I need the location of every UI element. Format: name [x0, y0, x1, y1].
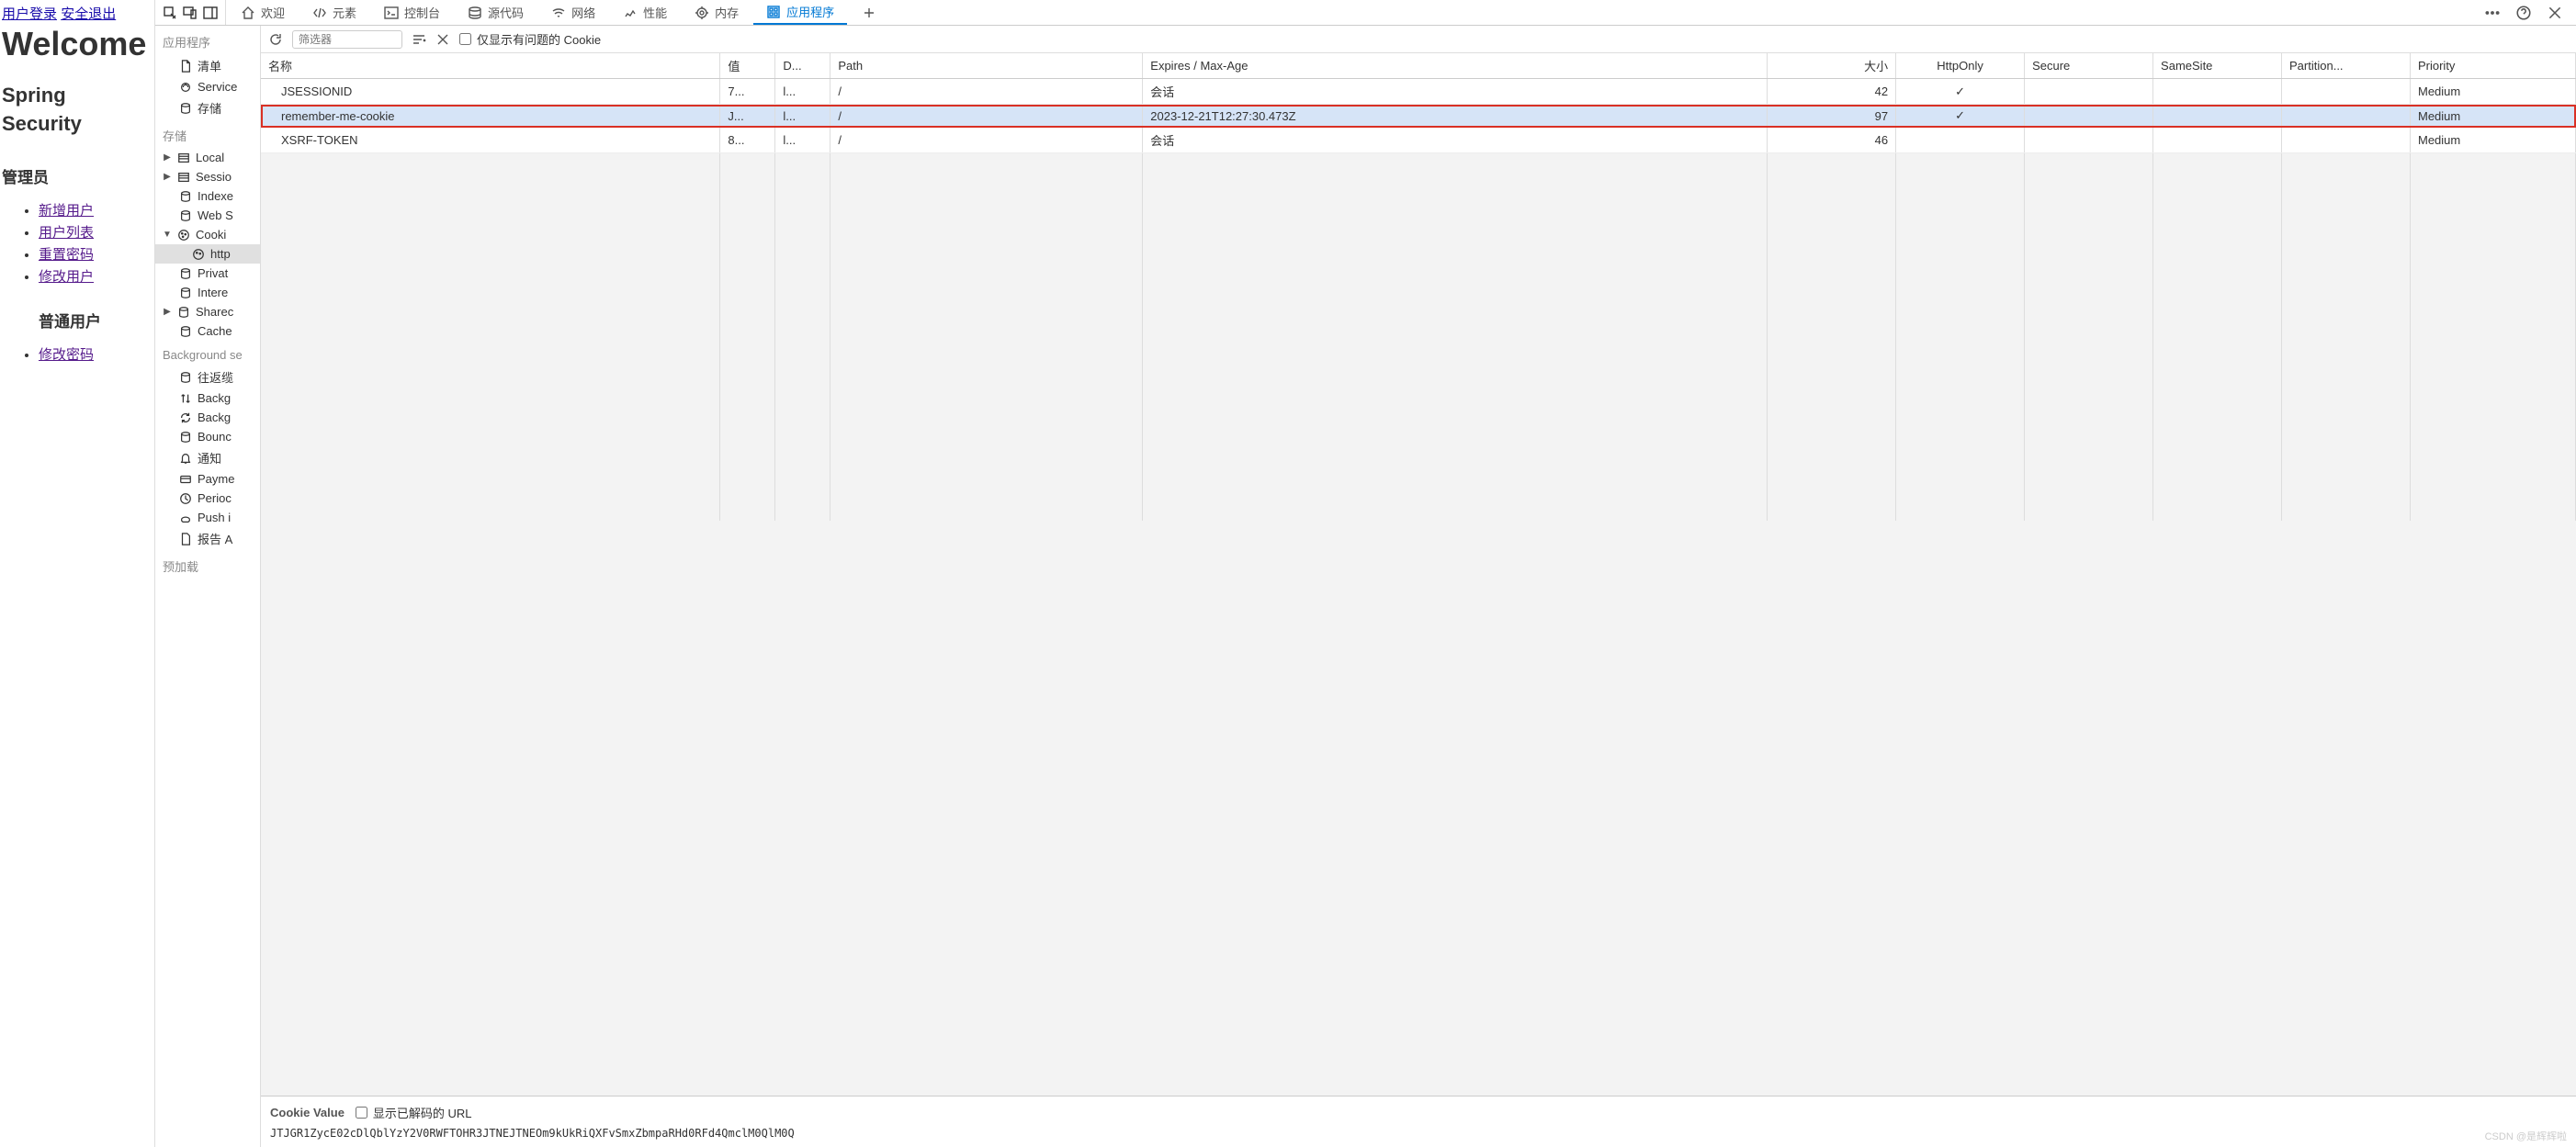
sidebar-session-storage[interactable]: ▶Sessio — [155, 167, 260, 186]
tab-console[interactable]: 控制台 — [371, 0, 453, 25]
sidebar-bg-fetch[interactable]: Backg — [155, 388, 260, 408]
console-icon — [384, 6, 399, 20]
devtools-panel: 欢迎 元素 控制台 源代码 网络 性能 内存 应用程序 应用程序 清单 Serv… — [154, 0, 2576, 1147]
tab-add[interactable] — [849, 0, 889, 25]
col-value[interactable]: 值 — [720, 53, 775, 79]
tab-performance[interactable]: 性能 — [610, 0, 680, 25]
section-preload: 预加载 — [155, 550, 260, 579]
table-row[interactable]: XSRF-TOKEN8...l.../会话46Medium — [261, 128, 2576, 153]
home-icon — [241, 6, 255, 20]
col-size[interactable]: 大小 — [1768, 53, 1896, 79]
sidebar-indexeddb[interactable]: Indexe — [155, 186, 260, 206]
tab-memory[interactable]: 内存 — [682, 0, 751, 25]
code-icon — [312, 6, 327, 20]
section-storage: 存储 — [155, 119, 260, 148]
sidebar-cookie-origin[interactable]: http — [155, 244, 260, 264]
sidebar-interest-groups[interactable]: Intere — [155, 283, 260, 302]
app-icon — [766, 5, 781, 19]
table-row[interactable]: JSESSIONID7...l.../会话42✓Medium — [261, 79, 2576, 105]
cookie-toolbar: 仅显示有问题的 Cookie — [261, 26, 2576, 53]
sidebar-private-state[interactable]: Privat — [155, 264, 260, 283]
link-edit-user[interactable]: 修改用户 — [39, 269, 94, 285]
cookies-table[interactable]: 名称 值 D... Path Expires / Max-Age 大小 Http… — [261, 53, 2576, 521]
dock-icon[interactable] — [203, 6, 218, 20]
logout-link[interactable]: 安全退出 — [61, 6, 116, 22]
sidebar-manifest[interactable]: 清单 — [155, 54, 260, 77]
clear-all-icon[interactable] — [412, 32, 426, 47]
sidebar-cache-storage[interactable]: Cache — [155, 321, 260, 341]
help-icon[interactable] — [2515, 5, 2532, 21]
user-links: 修改密码 — [2, 344, 154, 366]
sidebar-push-messaging[interactable]: Push i — [155, 508, 260, 527]
link-change-pw[interactable]: 修改密码 — [39, 347, 94, 363]
show-issues-checkbox[interactable]: 仅显示有问题的 Cookie — [459, 30, 601, 48]
sidebar-local-storage[interactable]: ▶Local — [155, 148, 260, 167]
col-httponly[interactable]: HttpOnly — [1896, 53, 2025, 79]
plus-icon — [862, 6, 876, 20]
tab-welcome[interactable]: 欢迎 — [228, 0, 298, 25]
memory-icon — [695, 6, 709, 20]
admin-heading: 管理员 — [2, 164, 154, 187]
tab-elements[interactable]: 元素 — [299, 0, 369, 25]
sidebar-reporting-api[interactable]: 报告 A — [155, 527, 260, 550]
section-application: 应用程序 — [155, 26, 260, 54]
sidebar-bg-sync[interactable]: Backg — [155, 408, 260, 427]
clear-icon[interactable] — [435, 32, 450, 47]
sources-icon — [468, 6, 482, 20]
sidebar-service-workers[interactable]: Service — [155, 77, 260, 96]
close-devtools-icon[interactable] — [2547, 5, 2563, 21]
cookie-detail-panel: Cookie Value 显示已解码的 URL JTJGR1ZycE02cDlQ… — [261, 1096, 2576, 1147]
tab-sources[interactable]: 源代码 — [455, 0, 537, 25]
link-reset-pw[interactable]: 重置密码 — [39, 247, 94, 263]
device-icon[interactable] — [183, 6, 198, 20]
link-add-user[interactable]: 新增用户 — [39, 203, 94, 219]
app-title: SpringSecurity — [2, 82, 154, 139]
application-sidebar[interactable]: 应用程序 清单 Service 存储 存储 ▶Local ▶Sessio Ind… — [155, 26, 261, 1147]
watermark: CSDN @是辉辉啦 — [2485, 1129, 2567, 1143]
sidebar-notifications[interactable]: 通知 — [155, 446, 260, 469]
inspect-icon[interactable] — [163, 6, 177, 20]
more-icon[interactable] — [2484, 5, 2501, 21]
tab-application[interactable]: 应用程序 — [753, 0, 847, 25]
link-user-list[interactable]: 用户列表 — [39, 225, 94, 241]
col-expires[interactable]: Expires / Max-Age — [1143, 53, 1768, 79]
col-path[interactable]: Path — [830, 53, 1143, 79]
sidebar-websql[interactable]: Web S — [155, 206, 260, 225]
sidebar-backforward-cache[interactable]: 往返缆 — [155, 365, 260, 388]
section-background: Background se — [155, 341, 260, 365]
sidebar-bounce-tracking[interactable]: Bounc — [155, 427, 260, 446]
sidebar-payment-handler[interactable]: Payme — [155, 469, 260, 489]
tab-network[interactable]: 网络 — [538, 0, 608, 25]
sidebar-shared-storage[interactable]: ▶Sharec — [155, 302, 260, 321]
sidebar-storage-overview[interactable]: 存储 — [155, 96, 260, 119]
filter-input[interactable] — [292, 30, 402, 49]
cookie-main-panel: 仅显示有问题的 Cookie 名称 值 D... Path Expires / … — [261, 26, 2576, 1147]
wifi-icon — [551, 6, 566, 20]
sidebar-cookies[interactable]: ▼Cooki — [155, 225, 260, 244]
devtools-tabbar: 欢迎 元素 控制台 源代码 网络 性能 内存 应用程序 — [155, 0, 2576, 26]
col-samesite[interactable]: SameSite — [2153, 53, 2282, 79]
col-partition[interactable]: Partition... — [2282, 53, 2411, 79]
col-domain[interactable]: D... — [775, 53, 830, 79]
cookie-value-text: JTJGR1ZycE02cDlQblYzY2V0RWFTOHR3JTNEJTNE… — [270, 1127, 2567, 1140]
login-link[interactable]: 用户登录 — [2, 6, 57, 22]
admin-links: 新增用户 用户列表 重置密码 修改用户 — [2, 200, 154, 288]
col-secure[interactable]: Secure — [2025, 53, 2153, 79]
show-decoded-checkbox[interactable]: 显示已解码的 URL — [356, 1104, 472, 1121]
table-row[interactable]: remember-me-cookieJ...l.../2023-12-21T12… — [261, 105, 2576, 128]
table-header-row: 名称 值 D... Path Expires / Max-Age 大小 Http… — [261, 53, 2576, 79]
col-name[interactable]: 名称 — [261, 53, 720, 79]
col-priority[interactable]: Priority — [2410, 53, 2575, 79]
webpage-panel: 用户登录 安全退出 Welcome SpringSecurity 管理员 新增用… — [0, 0, 154, 1147]
refresh-icon[interactable] — [268, 32, 283, 47]
cookie-value-label: Cookie Value — [270, 1106, 345, 1119]
welcome-heading: Welcome — [2, 25, 154, 63]
perf-icon — [623, 6, 638, 20]
sidebar-periodic-sync[interactable]: Perioc — [155, 489, 260, 508]
user-heading: 普通用户 — [39, 309, 154, 332]
